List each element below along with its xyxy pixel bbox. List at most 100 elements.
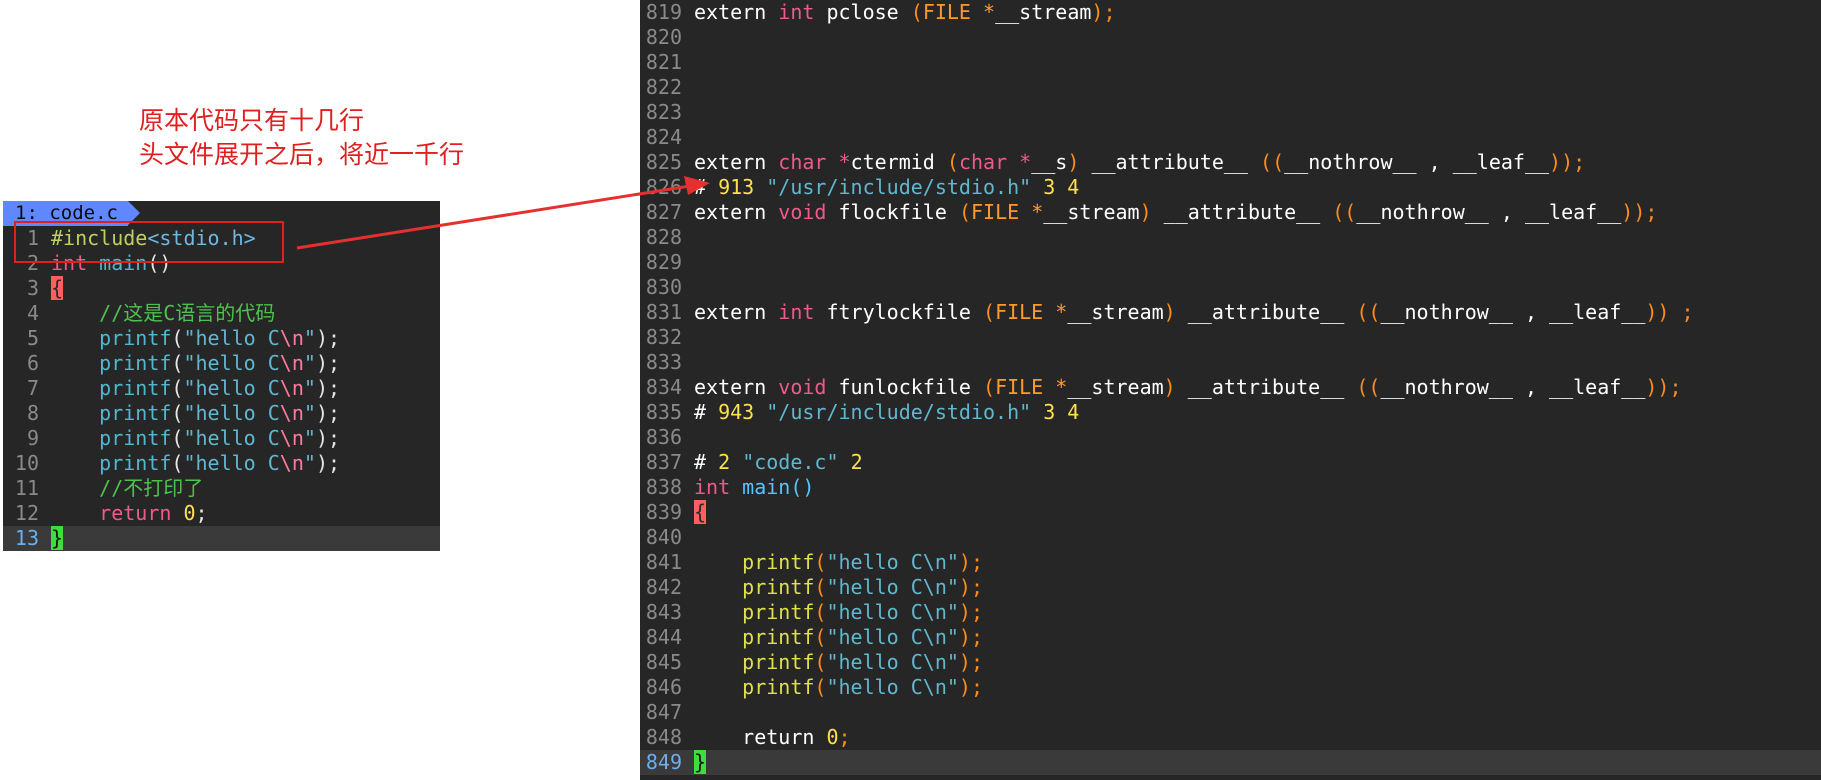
code-line: 838 int main() (640, 475, 1821, 500)
pointer-star: * (838, 150, 851, 174)
code-line: 828 (640, 225, 1821, 250)
printf-call: printf (99, 376, 172, 400)
number-literal: 0 (183, 501, 196, 525)
line-number: 9 (26, 426, 39, 450)
code-line: 843 printf("hello C\n"); (640, 600, 1821, 625)
type-name: FILE (922, 0, 971, 24)
identifier: ftrylockfile (826, 300, 971, 324)
line-number: 5 (26, 326, 39, 350)
line-marker-flags: 3 4 (1043, 400, 1080, 424)
attribute: __attribute__ (1091, 150, 1248, 174)
type-keyword: char (958, 150, 1008, 174)
code-line: 825 extern char *ctermid (char *__s) __at… (640, 150, 1821, 175)
line-marker-number: 943 (718, 400, 755, 424)
identifier: funlockfile (838, 375, 971, 399)
printf-call: printf (99, 451, 172, 475)
type-name: FILE (970, 200, 1020, 224)
string-quote: " (303, 351, 316, 375)
code-line: 842 printf("hello C\n"); (640, 575, 1821, 600)
line-number: 833 (645, 350, 682, 374)
line-marker-number: 2 (718, 450, 731, 474)
line-number: 835 (645, 400, 682, 424)
line-number: 821 (645, 50, 682, 74)
attribute: __attribute__ (1187, 375, 1345, 399)
code-line: 4 //这是C语言的代码 (3, 301, 440, 326)
param: __stream (1067, 300, 1164, 324)
attribute-arg: __nothrow__ (1380, 375, 1513, 399)
type-name: FILE (995, 375, 1044, 399)
printf-call: printf (742, 600, 815, 624)
code-line: 5 printf("hello C\n"); (3, 326, 440, 351)
string-literal: "hello C\n" (826, 650, 959, 674)
string-quote: " (303, 401, 316, 425)
code-line: 820 (640, 25, 1821, 50)
line-number: 820 (645, 25, 682, 49)
return-keyword: return (99, 501, 172, 525)
code-line: 846 printf("hello C\n"); (640, 675, 1821, 700)
line-number: 13 (14, 526, 39, 550)
escape-seq: \n (279, 451, 304, 475)
line-number: 8 (26, 401, 39, 425)
string-literal: "hello C (183, 426, 280, 450)
function-name: main (742, 475, 791, 499)
keyword: extern (694, 200, 767, 224)
line-number: 834 (645, 375, 682, 399)
string-quote: " (303, 426, 316, 450)
string-literal: "hello C (183, 401, 280, 425)
call-end: ); (315, 326, 341, 350)
code-line: 9 printf("hello C\n"); (3, 426, 440, 451)
line-number: 831 (645, 300, 682, 324)
code-line: 822 (640, 75, 1821, 100)
comma: , (1500, 200, 1513, 224)
line-number: 827 (645, 200, 682, 224)
line-marker-hash: # (694, 175, 707, 199)
line-number: 848 (645, 725, 682, 749)
code-line: 834 extern void funlockfile (FILE *__stre… (640, 375, 1821, 400)
string-literal: "hello C\n" (826, 600, 959, 624)
code-line: 830 (640, 275, 1821, 300)
printf-call: printf (742, 550, 815, 574)
annotation-text: 原本代码只有十几行 头文件展开之后，将近一千行 (139, 104, 464, 172)
code-line: 8 printf("hello C\n"); (3, 401, 440, 426)
code-line: 826 # 913 "/usr/include/stdio.h" 3 4 (640, 175, 1821, 200)
line-number: 843 (645, 600, 682, 624)
line-number: 847 (645, 700, 682, 724)
string-literal: "hello C\n" (826, 675, 959, 699)
line-number: 828 (645, 225, 682, 249)
annotation-line-1: 原本代码只有十几行 (139, 106, 365, 135)
type-keyword: int (694, 475, 731, 499)
escape-seq: \n (279, 426, 304, 450)
code-line: 824 (640, 125, 1821, 150)
code-line: 847 (640, 700, 1821, 725)
param: __s (1031, 150, 1068, 174)
code-line: 844 printf("hello C\n"); (640, 625, 1821, 650)
attribute-arg: __nothrow__ (1284, 150, 1417, 174)
line-number: 829 (645, 250, 682, 274)
line-number: 825 (645, 150, 682, 174)
keyword: extern (694, 150, 767, 174)
line-marker-file: "/usr/include/stdio.h" (766, 175, 1032, 199)
attribute-arg: __leaf__ (1549, 375, 1646, 399)
code-line: 10 printf("hello C\n"); (3, 451, 440, 476)
line-number: 836 (645, 425, 682, 449)
comment: //不打印了 (99, 476, 204, 500)
code-line: 12 return 0; (3, 501, 440, 526)
open-brace: { (51, 276, 64, 300)
attribute-arg: __leaf__ (1452, 150, 1550, 174)
type-keyword: void (778, 375, 827, 399)
include-highlight-box (14, 221, 284, 263)
line-number: 845 (645, 650, 682, 674)
printf-call: printf (742, 625, 815, 649)
line-number: 838 (645, 475, 682, 499)
escape-seq: \n (279, 326, 304, 350)
code-line: 841 printf("hello C\n"); (640, 550, 1821, 575)
printf-call: printf (742, 575, 815, 599)
line-number: 10 (14, 451, 39, 475)
line-number: 844 (645, 625, 682, 649)
code-line: 827 extern void flockfile (FILE *__stream… (640, 200, 1821, 225)
printf-call: printf (99, 426, 172, 450)
line-number: 7 (26, 376, 39, 400)
comma: , (1524, 375, 1537, 399)
semicolon: ; (195, 501, 208, 525)
code-line: 819 extern int pclose (FILE *__stream); (640, 0, 1821, 25)
